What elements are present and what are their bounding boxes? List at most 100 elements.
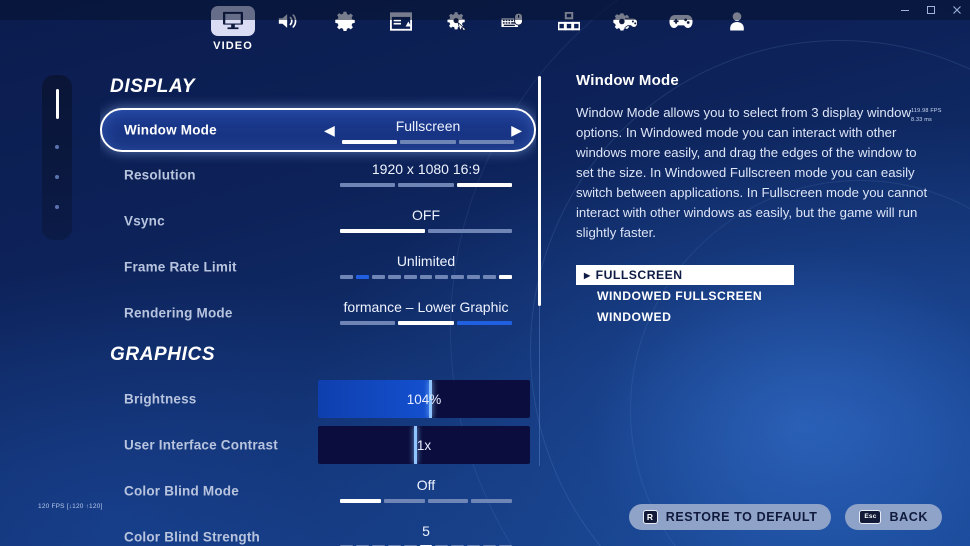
section-title: GRAPHICS [110, 344, 216, 365]
setting-value: Off [416, 477, 436, 493]
window-titlebar [0, 0, 970, 20]
segment-tick [403, 275, 417, 279]
segment-tick [456, 183, 512, 187]
setting-row[interactable]: Resolution 1920 x 1080 16:9 [100, 152, 536, 198]
segment-tick [483, 275, 497, 279]
slider-value: 104% [406, 391, 442, 407]
segment-tick [340, 183, 396, 187]
footer-actions: R RESTORE TO DEFAULT Esc BACK [628, 504, 942, 530]
setting-segments[interactable] [340, 229, 512, 233]
setting-slider[interactable]: 1x [318, 426, 530, 464]
setting-value: OFF [412, 207, 440, 223]
segment-tick [427, 229, 512, 233]
segment-tick [383, 499, 425, 503]
section-title: DISPLAY [110, 76, 196, 97]
fps-overlay-left: 120 FPS [↓120 ↑120] [38, 503, 103, 510]
setting-slider[interactable]: 104% [318, 380, 530, 418]
setting-label: Brightness [124, 391, 197, 407]
settings-scrollbar-thumb[interactable] [538, 76, 541, 306]
setting-label: Rendering Mode [124, 305, 233, 321]
segment-tick [456, 321, 512, 325]
segment-tick [340, 321, 396, 325]
frametime-value: 8.33 ms [911, 117, 932, 123]
setting-segments[interactable] [342, 140, 514, 144]
rail-dot[interactable] [55, 145, 59, 149]
setting-label: Frame Rate Limit [124, 259, 237, 275]
restore-to-default-label: RESTORE TO DEFAULT [665, 510, 818, 524]
close-icon[interactable] [944, 0, 970, 20]
game-settings-screen: VIDEO DISPLAY Window Mode Fullscreen ◀ ▶… [0, 0, 970, 546]
setting-row[interactable]: User Interface Contrast 1x [100, 422, 536, 468]
setting-row[interactable]: Vsync OFF [100, 198, 536, 244]
segment-tick [387, 275, 401, 279]
info-title: Window Mode [576, 72, 679, 89]
segment-tick [398, 183, 454, 187]
settings-list[interactable]: DISPLAY Window Mode Fullscreen ◀ ▶ Resolution… [100, 68, 536, 546]
setting-segments[interactable] [340, 321, 512, 325]
setting-row[interactable]: Brightness 104% [100, 376, 536, 422]
restore-to-default-button[interactable]: R RESTORE TO DEFAULT [628, 504, 832, 530]
option-item[interactable]: WINDOWED FULLSCREEN [576, 286, 794, 306]
option-marker-icon: ▶ [584, 270, 591, 280]
rail-active-indicator [55, 89, 59, 119]
setting-row[interactable]: Window Mode Fullscreen ◀ ▶ [100, 108, 536, 152]
tab-video-label: VIDEO [213, 40, 253, 52]
setting-label: Color Blind Mode [124, 483, 239, 499]
segment-tick [427, 499, 469, 503]
option-label: FULLSCREEN [595, 268, 683, 282]
segment-tick [400, 140, 456, 144]
segment-tick [467, 275, 481, 279]
segment-tick [435, 275, 449, 279]
key-badge-esc: Esc [859, 510, 882, 524]
setting-value: formance – Lower Graphic [343, 299, 509, 315]
info-description: Window Mode allows you to select from 3 … [576, 105, 928, 240]
setting-value: 5 [422, 523, 430, 539]
segment-tick [451, 275, 465, 279]
segment-tick [471, 499, 512, 503]
setting-label: Vsync [124, 213, 165, 229]
segment-tick [371, 275, 385, 279]
minimize-icon[interactable] [892, 0, 918, 20]
maximize-icon[interactable] [918, 0, 944, 20]
fps-value: 119.98 FPS [911, 108, 942, 114]
segment-tick [342, 140, 398, 144]
setting-label: User Interface Contrast [124, 437, 278, 453]
option-label: WINDOWED FULLSCREEN [597, 289, 763, 303]
option-item[interactable]: ▶ FULLSCREEN [576, 265, 794, 285]
segment-tick [340, 229, 425, 233]
segment-tick [340, 275, 353, 279]
segment-tick [340, 499, 381, 503]
segment-tick [355, 275, 369, 279]
next-value-arrow[interactable]: ▶ [511, 123, 522, 137]
setting-value: 1920 x 1080 16:9 [371, 161, 481, 177]
setting-row[interactable]: Color Blind Strength 5 [100, 514, 536, 546]
setting-label: Color Blind Strength [124, 529, 260, 545]
rail-dot[interactable] [55, 205, 59, 209]
back-label: BACK [889, 510, 928, 524]
setting-label: Resolution [124, 167, 196, 183]
setting-value: Unlimited [396, 253, 456, 269]
back-button[interactable]: Esc BACK [845, 504, 942, 530]
setting-segments[interactable] [340, 499, 512, 503]
info-panel: Window Mode Window Mode allows you to se… [576, 72, 936, 328]
segment-tick [419, 275, 433, 279]
category-rail[interactable] [42, 75, 72, 240]
prev-value-arrow[interactable]: ◀ [324, 123, 335, 137]
rail-dot[interactable] [55, 175, 59, 179]
setting-label: Window Mode [124, 122, 217, 138]
setting-segments[interactable] [340, 275, 512, 279]
segment-tick [499, 275, 512, 279]
option-item[interactable]: WINDOWED [576, 307, 794, 327]
option-list[interactable]: ▶ FULLSCREEN WINDOWED FULLSCREEN WINDOWED [576, 265, 794, 327]
setting-row[interactable]: Frame Rate Limit Unlimited [100, 244, 536, 290]
settings-scrollbar-track[interactable] [539, 306, 540, 466]
fps-overlay-right: 119.98 FPS 8.33 ms [911, 107, 942, 125]
option-label: WINDOWED [597, 310, 672, 324]
setting-segments[interactable] [340, 183, 512, 187]
setting-row[interactable]: Color Blind Mode Off [100, 468, 536, 514]
setting-row[interactable]: Rendering Mode formance – Lower Graphic [100, 290, 536, 336]
slider-value: 1x [416, 437, 432, 453]
segment-tick [458, 140, 514, 144]
segment-tick [398, 321, 454, 325]
key-badge-r: R [642, 510, 658, 524]
